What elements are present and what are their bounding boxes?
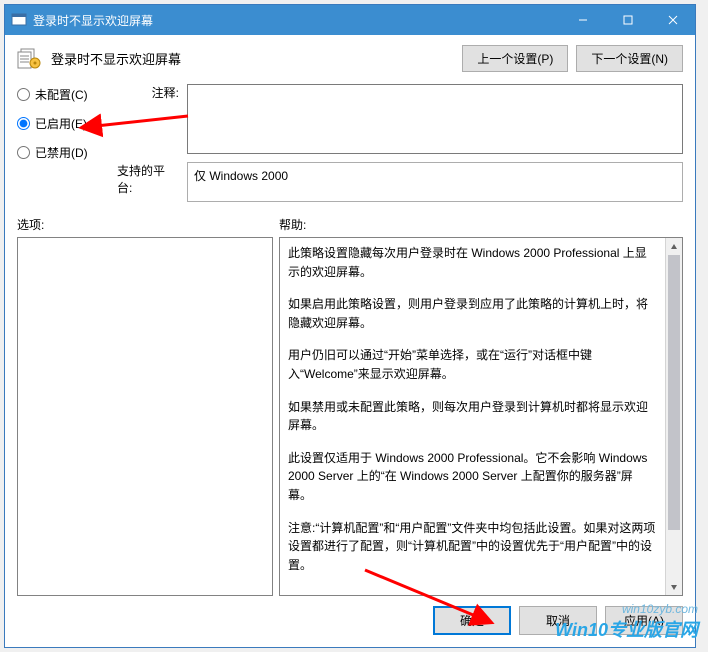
help-scrollbar[interactable] [665, 238, 682, 595]
comment-field[interactable] [187, 84, 683, 154]
radio-disabled-label: 已禁用(D) [35, 144, 88, 161]
close-button[interactable] [650, 5, 695, 35]
help-p2: 用户仍旧可以通过“开始”菜单选择，或在“运行”对话框中键入“Welcome”来显… [288, 346, 656, 383]
scroll-thumb[interactable] [668, 255, 680, 530]
config-grid: 未配置(C) 已启用(E) 已禁用(D) 注释: 支持的平台: 仅 Window… [17, 84, 683, 202]
ok-button[interactable]: 确定 [433, 606, 511, 635]
panes: 此策略设置隐藏每次用户登录时在 Windows 2000 Professiona… [17, 237, 683, 596]
next-setting-button[interactable]: 下一个设置(N) [576, 45, 683, 72]
scroll-up-icon[interactable] [666, 238, 682, 255]
dialog-content: 登录时不显示欢迎屏幕 上一个设置(P) 下一个设置(N) 未配置(C) 已启用(… [5, 35, 695, 647]
prev-setting-button[interactable]: 上一个设置(P) [462, 45, 568, 72]
section-labels: 选项: 帮助: [17, 216, 683, 233]
scroll-track[interactable] [666, 255, 682, 578]
app-icon [11, 12, 27, 28]
cancel-button[interactable]: 取消 [519, 606, 597, 635]
radio-not-configured-label: 未配置(C) [35, 86, 88, 103]
dialog-window: 登录时不显示欢迎屏幕 登录时不显示欢迎屏幕 上一个设置(P) 下一个设置(N) [4, 4, 696, 648]
help-pane: 此策略设置隐藏每次用户登录时在 Windows 2000 Professiona… [279, 237, 683, 596]
supported-label: 支持的平台: [117, 162, 187, 196]
maximize-button[interactable] [605, 5, 650, 35]
minimize-button[interactable] [560, 5, 605, 35]
comment-label: 注释: [117, 84, 187, 101]
help-p4: 此设置仅适用于 Windows 2000 Professional。它不会影响 … [288, 449, 656, 505]
radio-enabled-label: 已启用(E) [35, 115, 87, 132]
help-p3: 如果禁用或未配置此策略，则每次用户登录到计算机时都将显示欢迎屏幕。 [288, 398, 656, 435]
radio-enabled[interactable]: 已启用(E) [17, 115, 117, 132]
scroll-down-icon[interactable] [666, 578, 682, 595]
title-bar: 登录时不显示欢迎屏幕 [5, 5, 695, 35]
radio-disabled[interactable]: 已禁用(D) [17, 144, 117, 161]
radio-disabled-input[interactable] [17, 146, 30, 159]
help-p5: 注意:“计算机配置”和“用户配置”文件夹中均包括此设置。如果对这两项设置都进行了… [288, 519, 656, 575]
help-p0: 此策略设置隐藏每次用户登录时在 Windows 2000 Professiona… [288, 244, 656, 281]
options-label: 选项: [17, 216, 279, 233]
help-label: 帮助: [279, 216, 683, 233]
window-title: 登录时不显示欢迎屏幕 [33, 12, 153, 29]
supported-field: 仅 Windows 2000 [187, 162, 683, 202]
options-pane [17, 237, 273, 596]
apply-button[interactable]: 应用(A) [605, 606, 683, 635]
radio-not-configured[interactable]: 未配置(C) [17, 86, 117, 103]
page-title: 登录时不显示欢迎屏幕 [51, 49, 181, 68]
help-p1: 如果启用此策略设置，则用户登录到应用了此策略的计算机上时，将隐藏欢迎屏幕。 [288, 295, 656, 332]
footer-buttons: 确定 取消 应用(A) [17, 596, 683, 635]
radio-not-configured-input[interactable] [17, 88, 30, 101]
header-row: 登录时不显示欢迎屏幕 上一个设置(P) 下一个设置(N) [17, 45, 683, 72]
policy-icon [17, 47, 45, 71]
radio-enabled-input[interactable] [17, 117, 30, 130]
